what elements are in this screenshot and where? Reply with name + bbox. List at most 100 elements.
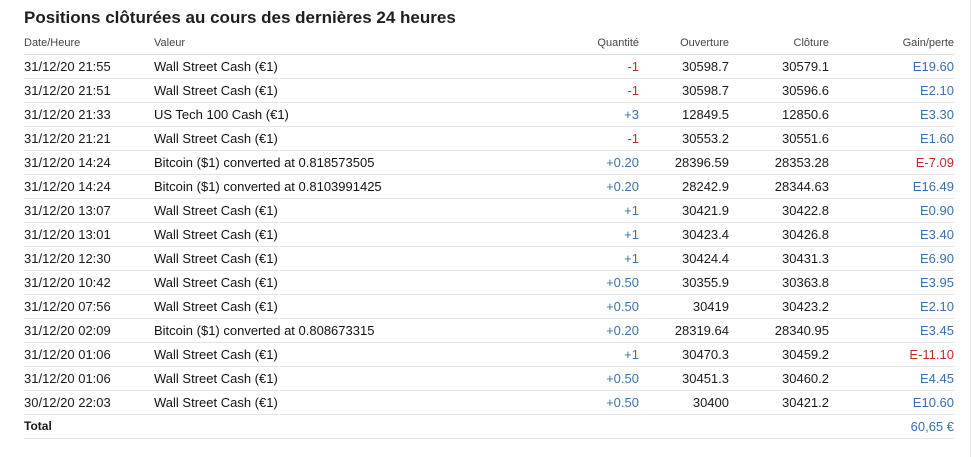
- table-row[interactable]: 31/12/20 21:55 Wall Street Cash (€1) -1 305…: [24, 53, 954, 78]
- cell-date: 31/12/20 01:06: [24, 341, 154, 366]
- cell-quantity: +1: [514, 197, 639, 222]
- table-row[interactable]: 30/12/20 22:03 Wall Street Cash (€1) +0.50…: [24, 389, 954, 414]
- cell-quantity: +0.20: [514, 173, 639, 198]
- cell-close-price: 30421.2: [729, 389, 829, 414]
- cell-open-price: 30355.9: [639, 269, 729, 294]
- cell-close-price: 30551.6: [729, 125, 829, 150]
- cell-profit-loss: E1.60: [829, 125, 954, 150]
- table-row[interactable]: 31/12/20 12:30 Wall Street Cash (€1) +1 304…: [24, 245, 954, 270]
- cell-close-price: 30422.8: [729, 197, 829, 222]
- cell-profit-loss: E16.49: [829, 173, 954, 198]
- cell-profit-loss: E3.45: [829, 317, 954, 342]
- cell-profit-loss: E0.90: [829, 197, 954, 222]
- cell-close-price: 30596.6: [729, 77, 829, 102]
- total-spacer: [514, 413, 639, 439]
- cell-open-price: 30553.2: [639, 125, 729, 150]
- cell-instrument: Wall Street Cash (€1): [154, 53, 514, 78]
- table-row[interactable]: 31/12/20 10:42 Wall Street Cash (€1) +0.50…: [24, 269, 954, 294]
- cell-profit-loss: E2.10: [829, 293, 954, 318]
- cell-date: 31/12/20 10:42: [24, 269, 154, 294]
- cell-profit-loss: E10.60: [829, 389, 954, 414]
- cell-quantity: +0.50: [514, 365, 639, 390]
- cell-open-price: 30419: [639, 293, 729, 318]
- table-row[interactable]: 31/12/20 01:06 Wall Street Cash (€1) +1 304…: [24, 341, 954, 366]
- cell-instrument: Wall Street Cash (€1): [154, 389, 514, 414]
- table-row[interactable]: 31/12/20 21:51 Wall Street Cash (€1) -1 305…: [24, 77, 954, 102]
- cell-instrument: Bitcoin ($1) converted at 0.818573505: [154, 149, 514, 174]
- header-open: Ouverture: [680, 36, 729, 49]
- total-spacer: [154, 413, 514, 439]
- cell-open-price: 30400: [639, 389, 729, 414]
- total-label: Total: [24, 413, 154, 439]
- cell-close-price: 12850.6: [729, 101, 829, 126]
- cell-instrument: Wall Street Cash (€1): [154, 269, 514, 294]
- table-row[interactable]: 31/12/20 01:06 Wall Street Cash (€1) +0.50…: [24, 365, 954, 390]
- table-row[interactable]: 31/12/20 02:09 Bitcoin ($1) converted at …: [24, 317, 954, 342]
- cell-date: 31/12/20 02:09: [24, 317, 154, 342]
- cell-date: 31/12/20 07:56: [24, 293, 154, 318]
- cell-instrument: Wall Street Cash (€1): [154, 293, 514, 318]
- cell-close-price: 28344.63: [729, 173, 829, 198]
- header-instrument: Valeur: [154, 36, 185, 49]
- cell-close-price: 28340.95: [729, 317, 829, 342]
- cell-close-price: 28353.28: [729, 149, 829, 174]
- table-row[interactable]: 31/12/20 13:07 Wall Street Cash (€1) +1 304…: [24, 197, 954, 222]
- cell-date: 31/12/20 13:01: [24, 221, 154, 246]
- cell-instrument: Bitcoin ($1) converted at 0.8103991425: [154, 173, 514, 198]
- cell-quantity: +3: [514, 101, 639, 126]
- cell-quantity: -1: [514, 53, 639, 78]
- cell-close-price: 30423.2: [729, 293, 829, 318]
- table-row[interactable]: 31/12/20 14:24 Bitcoin ($1) converted at …: [24, 173, 954, 198]
- cell-profit-loss: E2.10: [829, 77, 954, 102]
- cell-quantity: +0.50: [514, 293, 639, 318]
- header-quantity: Quantité: [597, 36, 639, 49]
- cell-profit-loss: E3.95: [829, 269, 954, 294]
- table-row[interactable]: 31/12/20 21:33 US Tech 100 Cash (€1) +3 128…: [24, 101, 954, 126]
- table-body: 31/12/20 21:55 Wall Street Cash (€1) -1 305…: [24, 53, 954, 414]
- cell-close-price: 30460.2: [729, 365, 829, 390]
- cell-instrument: Wall Street Cash (€1): [154, 125, 514, 150]
- cell-close-price: 30431.3: [729, 245, 829, 270]
- total-row: Total 60,65 €: [24, 413, 954, 439]
- cell-date: 30/12/20 22:03: [24, 389, 154, 414]
- header-date: Date/Heure: [24, 36, 81, 49]
- cell-open-price: 12849.5: [639, 101, 729, 126]
- cell-profit-loss: E6.90: [829, 245, 954, 270]
- cell-open-price: 28319.64: [639, 317, 729, 342]
- table-row[interactable]: 31/12/20 14:24 Bitcoin ($1) converted at …: [24, 149, 954, 174]
- cell-date: 31/12/20 21:55: [24, 53, 154, 78]
- total-spacer: [729, 413, 829, 439]
- cell-date: 31/12/20 21:51: [24, 77, 154, 102]
- cell-date: 31/12/20 13:07: [24, 197, 154, 222]
- table-row[interactable]: 31/12/20 21:21 Wall Street Cash (€1) -1 305…: [24, 125, 954, 150]
- cell-quantity: +1: [514, 341, 639, 366]
- cell-date: 31/12/20 12:30: [24, 245, 154, 270]
- cell-quantity: +0.20: [514, 149, 639, 174]
- cell-profit-loss: E3.40: [829, 221, 954, 246]
- cell-profit-loss: E4.45: [829, 365, 954, 390]
- cell-instrument: Bitcoin ($1) converted at 0.808673315: [154, 317, 514, 342]
- closed-positions-table: Date/Heure Valeur Quantité Ouverture Clô…: [24, 32, 954, 439]
- cell-open-price: 30423.4: [639, 221, 729, 246]
- table-row[interactable]: 31/12/20 13:01 Wall Street Cash (€1) +1 304…: [24, 221, 954, 246]
- cell-date: 31/12/20 14:24: [24, 173, 154, 198]
- cell-close-price: 30459.2: [729, 341, 829, 366]
- cell-quantity: -1: [514, 77, 639, 102]
- cell-open-price: 30421.9: [639, 197, 729, 222]
- cell-instrument: Wall Street Cash (€1): [154, 197, 514, 222]
- panel-title: Positions clôturées au cours des dernièr…: [24, 8, 456, 27]
- cell-quantity: +0.50: [514, 389, 639, 414]
- cell-instrument: Wall Street Cash (€1): [154, 365, 514, 390]
- cell-date: 31/12/20 21:33: [24, 101, 154, 126]
- cell-open-price: 30451.3: [639, 365, 729, 390]
- cell-close-price: 30426.8: [729, 221, 829, 246]
- cell-instrument: US Tech 100 Cash (€1): [154, 101, 514, 126]
- cell-open-price: 30598.7: [639, 77, 729, 102]
- cell-close-price: 30363.8: [729, 269, 829, 294]
- cell-quantity: +1: [514, 221, 639, 246]
- cell-quantity: +0.50: [514, 269, 639, 294]
- table-row[interactable]: 31/12/20 07:56 Wall Street Cash (€1) +0.50…: [24, 293, 954, 318]
- cell-profit-loss: E3.30: [829, 101, 954, 126]
- table-header-row: Date/Heure Valeur Quantité Ouverture Clô…: [24, 32, 954, 54]
- cell-date: 31/12/20 21:21: [24, 125, 154, 150]
